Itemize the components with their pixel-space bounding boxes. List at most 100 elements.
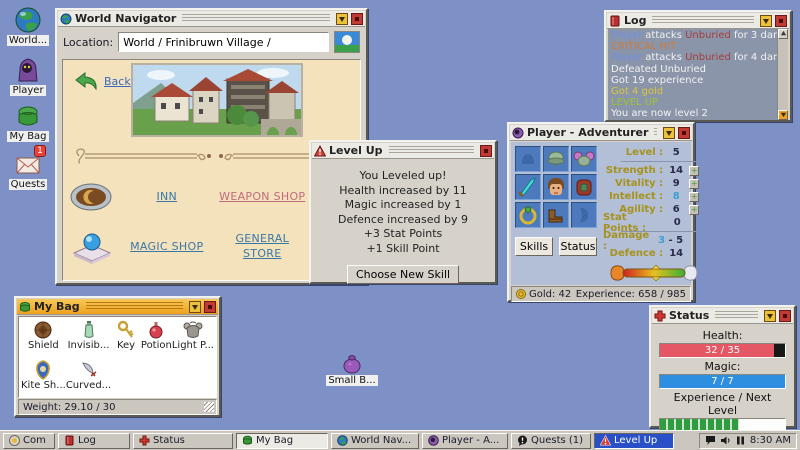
equipment-grid (515, 146, 597, 228)
purple-bag-icon (340, 350, 364, 374)
clock: 8:30 AM (750, 435, 791, 446)
taskbar-button-level-up[interactable]: Level Up (594, 433, 674, 449)
bag-icon (14, 102, 42, 130)
close-button[interactable] (204, 301, 216, 313)
taskbar-button-log[interactable]: Log (58, 433, 130, 449)
minimize-button[interactable] (663, 127, 675, 139)
health-label: Health: (659, 329, 786, 342)
log-entry: LEVEL UP (611, 97, 774, 108)
stat-row-damage: Damage : 3 - 5 (603, 234, 699, 247)
pause-icon[interactable] (735, 435, 746, 446)
sword-item[interactable] (515, 174, 541, 200)
close-button[interactable] (779, 310, 791, 322)
backpack-item[interactable] (571, 174, 597, 200)
shoulder-armor-item[interactable] (571, 146, 597, 172)
desktop-icon-player[interactable]: Player (4, 56, 52, 96)
taskbar-button-my-bag[interactable]: My Bag (236, 433, 328, 449)
location-input[interactable] (118, 32, 329, 52)
level-up-message: Magic increased by 1 (316, 198, 490, 213)
desktop: World... Player My Bag 1 Quests Small B.… (0, 0, 800, 450)
green-bottle-icon (79, 320, 99, 340)
ring-item[interactable] (515, 202, 541, 228)
chat-icon[interactable] (705, 435, 716, 446)
character-portrait[interactable] (543, 174, 569, 200)
weight-display: Weight: 29.10 / 30 (23, 402, 115, 413)
boots-item[interactable] (543, 202, 569, 228)
choose-new-skill-button[interactable]: Choose New Skill (347, 265, 459, 284)
magic-bar: 7 / 7 (659, 374, 786, 389)
bag-item-potion[interactable]: Potion (141, 320, 172, 360)
general-store-link[interactable]: GENERAL STORE (216, 232, 308, 262)
window-title: My Bag (34, 300, 80, 313)
my-bag-titlebar[interactable]: My Bag (17, 299, 218, 315)
stat-row-strength: Strength : 14 + (603, 164, 699, 177)
log-scrollbar[interactable] (777, 29, 788, 120)
back-link[interactable]: Back (75, 72, 131, 90)
status-window: Status Health: 32 / 35 Magic: 7 / 7 Expe… (649, 305, 796, 428)
level-up-body: You Leveled up! Health increased by 11 M… (312, 159, 494, 292)
desktop-icon-quests[interactable]: 1 Quests (4, 150, 52, 190)
my-bag-items: Shield Invisib... Key Potion Light P... … (18, 316, 217, 398)
desktop-icon-my-bag[interactable]: My Bag (4, 102, 52, 142)
status-button[interactable]: Status (559, 237, 597, 256)
intellect-plus-button[interactable]: + (689, 192, 699, 202)
bag-item-shield[interactable]: Shield (21, 320, 66, 360)
taskbar-button-world-nav[interactable]: World Nav... (331, 433, 419, 449)
health-bar: 32 / 35 (659, 343, 786, 358)
taskbar-button-player[interactable]: Player - A... (422, 433, 508, 449)
player-titlebar[interactable]: Player - Adventurer (510, 125, 692, 141)
level-up-titlebar[interactable]: Level Up (312, 143, 494, 159)
stat-row-stat-points: Stat Points : 0 (603, 216, 699, 229)
desktop-icon-label: World... (7, 35, 49, 46)
player-icon (14, 56, 42, 84)
desktop-icon-world[interactable]: World... (4, 6, 52, 46)
hat-item[interactable] (543, 146, 569, 172)
minimize-button[interactable] (189, 301, 201, 313)
weapon-shop-link[interactable]: WEAPON SHOP (219, 190, 305, 205)
bag-item-curved-sword[interactable]: Curved... (66, 360, 111, 400)
minimize-button[interactable] (760, 15, 772, 27)
stat-row-level: Level : 5 (603, 146, 699, 159)
taskbar-button-status[interactable]: Status (133, 433, 233, 449)
status-titlebar[interactable]: Status (652, 308, 793, 324)
resize-grip[interactable] (204, 402, 214, 412)
close-button[interactable] (480, 145, 492, 157)
empty-offhand-slot[interactable] (571, 202, 597, 228)
player-body: Skills Status Level : 5 Strength : 14 + … (511, 142, 691, 285)
skills-button[interactable]: Skills (515, 237, 553, 256)
desktop-item-label: Small B... (326, 375, 377, 386)
bag-item-invisibility[interactable]: Invisib... (66, 320, 111, 360)
speaker-icon[interactable] (720, 435, 731, 446)
desktop-item-small-bag[interactable]: Small B... (326, 350, 378, 386)
gold-display: Gold: 42 (516, 289, 571, 300)
log-entry: Got 4 gold (611, 86, 774, 97)
close-button[interactable] (351, 13, 363, 25)
window-title: Status (669, 309, 709, 322)
map-thumbnail-button[interactable] (334, 31, 360, 53)
close-button[interactable] (775, 15, 787, 27)
close-button[interactable] (678, 127, 690, 139)
taskbar-button-com[interactable]: Com (3, 433, 55, 449)
status-body: Health: 32 / 35 Magic: 7 / 7 Experience … (652, 324, 793, 436)
player-window: Player - Adventurer Skills (507, 122, 695, 302)
inn-link[interactable]: INN (156, 190, 177, 205)
strength-plus-button[interactable]: + (689, 166, 699, 176)
scroll-down-button[interactable] (778, 110, 788, 120)
magic-shop-link[interactable]: MAGIC SHOP (130, 240, 203, 255)
red-potion-icon (146, 320, 166, 340)
minimize-button[interactable] (336, 13, 348, 25)
bag-item-key[interactable]: Key (111, 320, 141, 360)
log-body: Player attacks Unburied for 3 damageCRIT… (608, 29, 788, 120)
taskbar: Com Log Status My Bag World Nav... Playe… (0, 430, 800, 450)
vitality-plus-button[interactable]: + (689, 179, 699, 189)
agility-plus-button[interactable]: + (689, 205, 699, 215)
my-bag-statusbar: Weight: 29.10 / 30 (18, 399, 217, 415)
empty-helmet-slot[interactable] (515, 146, 541, 172)
bag-item-light-plate[interactable]: Light P... (172, 320, 214, 360)
taskbar-button-quests[interactable]: Quests (1) (511, 433, 591, 449)
log-titlebar[interactable]: Log (607, 13, 789, 29)
world-navigator-titlebar[interactable]: World Navigator (58, 11, 365, 27)
scroll-up-button[interactable] (778, 29, 788, 39)
bag-item-kite-shield[interactable]: Kite Sh... (21, 360, 66, 400)
minimize-button[interactable] (764, 310, 776, 322)
